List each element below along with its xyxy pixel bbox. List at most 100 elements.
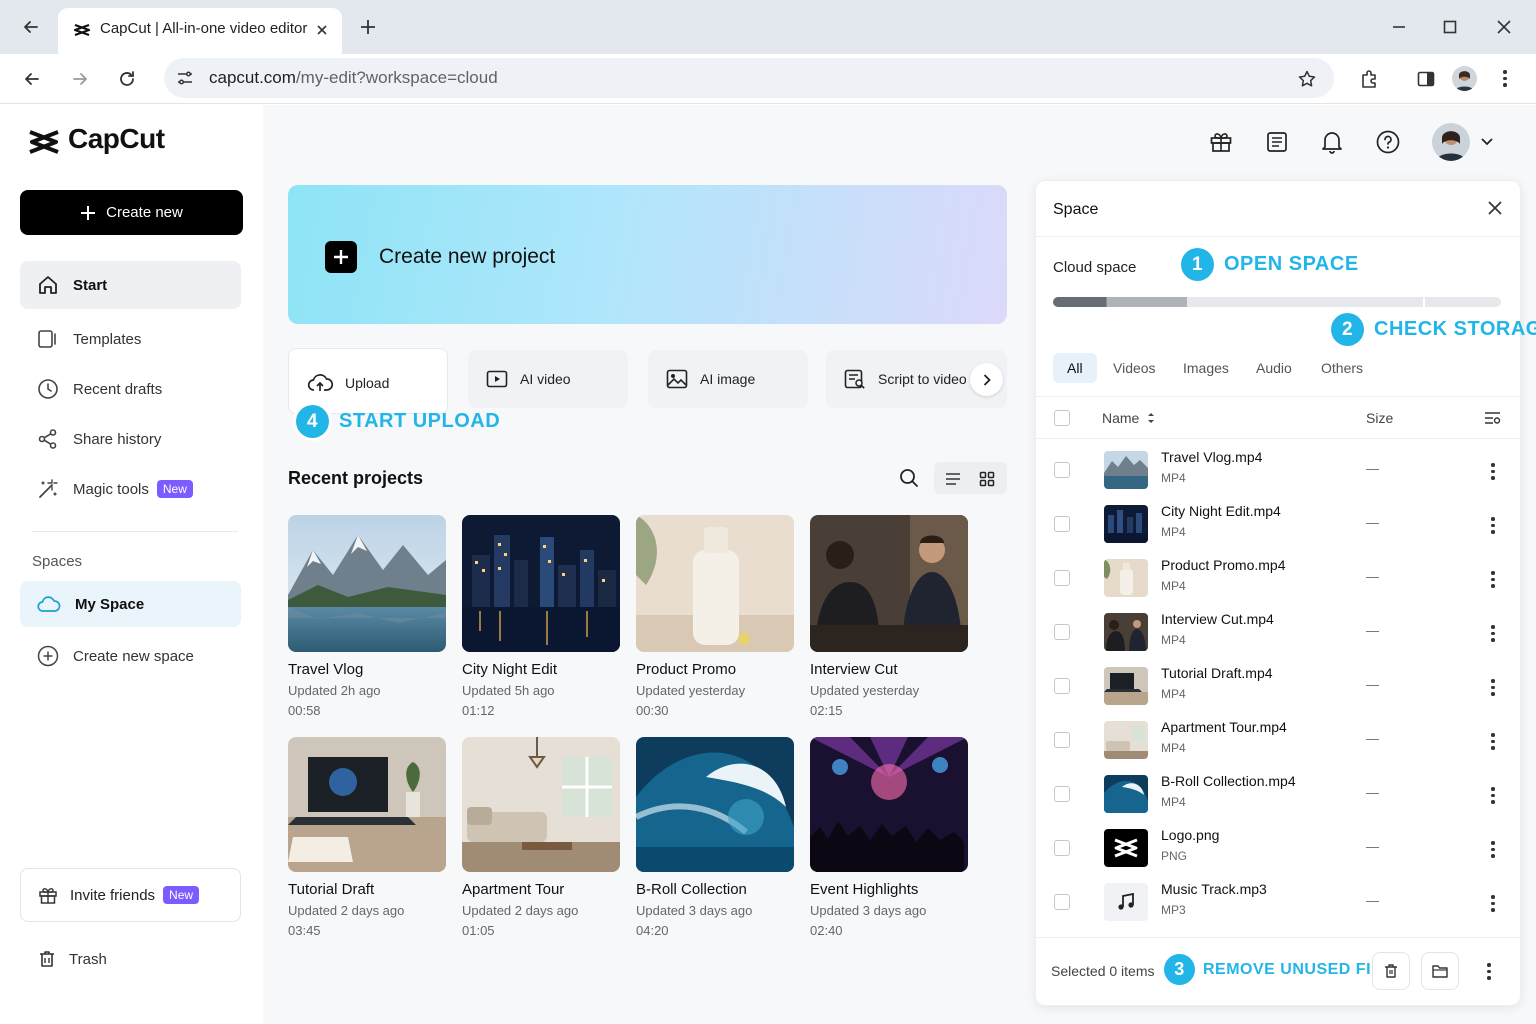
travel-vlog-thumbnail [288, 515, 446, 652]
file-row[interactable]: Travel Vlog.mp4 MP4 — [1036, 443, 1522, 497]
close-icon[interactable] [1484, 197, 1506, 219]
more-options-icon[interactable] [1491, 733, 1495, 750]
file-row[interactable]: Tutorial Draft.mp4 MP4 — [1036, 659, 1522, 713]
capcut-logo-icon [26, 127, 62, 157]
project-card[interactable]: Apartment Tour Updated 2 days ago 01:05 [462, 737, 620, 938]
file-row[interactable]: Product Promo.mp4 MP4 — [1036, 551, 1522, 605]
more-options-icon[interactable] [1491, 463, 1495, 480]
sidebar-item-templates[interactable]: Templates [20, 315, 241, 363]
list-view-icon[interactable] [942, 468, 964, 490]
address-bar[interactable]: capcut.com/my-edit?workspace=cloud [164, 58, 1334, 98]
row-checkbox[interactable] [1054, 570, 1070, 586]
create-new-project-banner[interactable]: Create new project [288, 185, 1007, 324]
create-new-space-button[interactable]: Create new space [20, 632, 241, 680]
file-name: B-Roll Collection.mp4 [1161, 773, 1296, 789]
ai-image-button[interactable]: AI image [648, 350, 808, 408]
project-name: Event Highlights [810, 881, 919, 898]
more-options-icon[interactable] [1491, 571, 1495, 588]
grid-view-icon[interactable] [976, 468, 998, 490]
row-checkbox[interactable] [1054, 840, 1070, 856]
row-checkbox[interactable] [1054, 786, 1070, 802]
user-avatar[interactable] [1432, 123, 1470, 161]
bell-icon[interactable] [1318, 128, 1346, 156]
notes-icon[interactable] [1263, 128, 1291, 156]
project-card[interactable]: Product Promo Updated yesterday 00:30 [636, 515, 794, 718]
sidebar-item-my-space[interactable]: My Space [20, 581, 241, 627]
site-settings-icon[interactable] [175, 68, 195, 88]
more-options-icon[interactable] [1491, 841, 1495, 858]
row-checkbox[interactable] [1054, 732, 1070, 748]
search-icon[interactable] [897, 466, 921, 490]
invite-friends-button[interactable]: Invite friends New [20, 868, 241, 922]
chevron-right-icon[interactable] [970, 363, 1003, 396]
close-tab-icon[interactable] [312, 20, 332, 40]
help-icon[interactable] [1374, 128, 1402, 156]
chevron-down-icon[interactable] [1479, 134, 1495, 150]
project-duration: 00:30 [636, 703, 669, 718]
sidebar-item-recent-drafts[interactable]: Recent drafts [20, 365, 241, 413]
forward-icon[interactable] [66, 65, 94, 93]
row-checkbox[interactable] [1054, 624, 1070, 640]
file-row[interactable]: City Night Edit.mp4 MP4 — [1036, 497, 1522, 551]
url-text[interactable]: capcut.com/my-edit?workspace=cloud [209, 68, 498, 88]
reload-icon[interactable] [113, 65, 141, 93]
new-tab-icon[interactable] [356, 15, 380, 39]
sidebar-item-trash[interactable]: Trash [20, 935, 241, 983]
filter-tab-audio[interactable]: Audio [1242, 353, 1306, 383]
capcut-logo-icon [1104, 829, 1148, 867]
more-options-icon[interactable] [1491, 679, 1495, 696]
ai-video-button[interactable]: AI video [468, 350, 628, 408]
project-card[interactable]: City Night Edit Updated 5h ago 01:12 [462, 515, 620, 718]
create-new-button[interactable]: Create new [20, 190, 243, 235]
side-panel-icon[interactable] [1412, 65, 1440, 93]
music-note-icon [1104, 883, 1148, 921]
more-options-icon[interactable] [1491, 895, 1495, 912]
back-icon[interactable] [18, 65, 46, 93]
row-checkbox[interactable] [1054, 462, 1070, 478]
sidebar-item-magic-tools[interactable]: Magic tools New [20, 465, 241, 513]
tutorial-draft-thumbnail [288, 737, 446, 872]
file-row[interactable]: Apartment Tour.mp4 MP4 — [1036, 713, 1522, 767]
more-options-icon[interactable] [1491, 625, 1495, 642]
project-card[interactable]: Interview Cut Updated yesterday 02:15 [810, 515, 968, 718]
file-row[interactable]: B-Roll Collection.mp4 MP4 — [1036, 767, 1522, 821]
name-column-header[interactable]: Name [1102, 410, 1139, 426]
maximize-window-icon[interactable] [1437, 14, 1463, 40]
profile-avatar-icon[interactable] [1452, 66, 1477, 91]
gift-icon[interactable] [1207, 128, 1235, 156]
filter-tab-videos[interactable]: Videos [1099, 353, 1170, 383]
delete-button[interactable] [1372, 952, 1410, 990]
browser-tab[interactable]: CapCut | All-in-one video editor [58, 8, 342, 54]
bookmark-star-icon[interactable] [1296, 68, 1318, 90]
row-checkbox[interactable] [1054, 678, 1070, 694]
close-window-icon[interactable] [1491, 14, 1517, 40]
file-row[interactable]: Logo.png PNG — [1036, 821, 1522, 875]
sidebar-item-start[interactable]: Start [20, 261, 241, 309]
select-all-checkbox[interactable] [1054, 410, 1070, 426]
column-settings-icon[interactable] [1482, 409, 1502, 427]
more-options-icon[interactable] [1491, 517, 1495, 534]
file-row[interactable]: Music Track.mp3 MP3 — [1036, 875, 1522, 929]
row-checkbox[interactable] [1054, 894, 1070, 910]
project-updated: Updated yesterday [810, 683, 920, 698]
extensions-icon[interactable] [1355, 65, 1383, 93]
row-checkbox[interactable] [1054, 516, 1070, 532]
project-card[interactable]: Tutorial Draft Updated 2 days ago 03:45 [288, 737, 446, 938]
minimize-window-icon[interactable] [1386, 14, 1412, 40]
filter-tab-images[interactable]: Images [1169, 353, 1243, 383]
more-options-icon[interactable] [1487, 963, 1491, 980]
browser-menu-icon[interactable] [1503, 70, 1507, 87]
move-to-folder-button[interactable] [1421, 952, 1459, 990]
more-options-icon[interactable] [1491, 787, 1495, 804]
project-card[interactable]: Event Highlights Updated 3 days ago 02:4… [810, 737, 968, 938]
project-card[interactable]: B-Roll Collection Updated 3 days ago 04:… [636, 737, 794, 938]
back-tab-icon[interactable] [18, 14, 44, 40]
sidebar-item-share-history[interactable]: Share history [20, 415, 241, 463]
project-card[interactable]: Travel Vlog Updated 2h ago 00:58 [288, 515, 446, 718]
file-row[interactable]: Interview Cut.mp4 MP4 — [1036, 605, 1522, 659]
filter-tab-others[interactable]: Others [1307, 353, 1377, 383]
project-duration: 01:05 [462, 923, 495, 938]
filter-tab-all[interactable]: All [1053, 353, 1097, 383]
plus-circle-icon [37, 645, 59, 667]
sort-icon[interactable] [1144, 410, 1158, 426]
